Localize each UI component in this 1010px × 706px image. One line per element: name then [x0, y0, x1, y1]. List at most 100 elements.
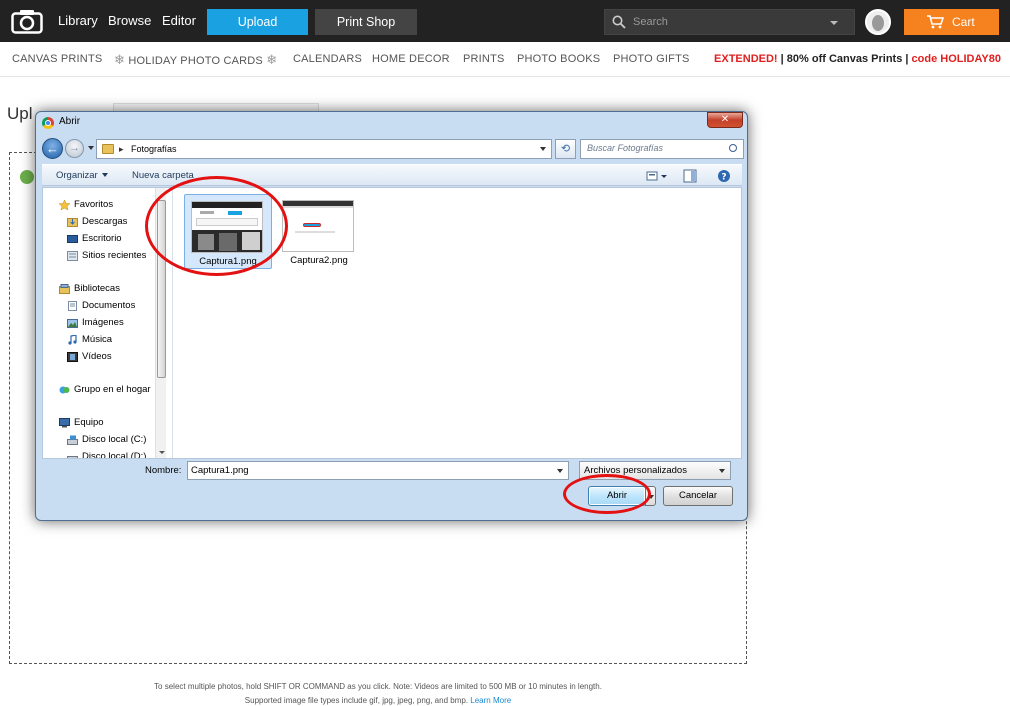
upload-file-types: Supported image file types include gif, …: [0, 696, 756, 705]
dialog-toolbar: Organizar Nueva carpeta ?: [42, 164, 742, 186]
organize-menu[interactable]: Organizar: [56, 165, 108, 187]
back-button[interactable]: ←: [42, 138, 63, 159]
new-folder-button[interactable]: Nueva carpeta: [132, 165, 194, 187]
nav-favorites[interactable]: Favoritos: [43, 197, 153, 213]
nav-library[interactable]: Library: [58, 0, 98, 42]
chevron-down-icon[interactable]: [557, 469, 563, 473]
file-type-select[interactable]: Archivos personalizados: [579, 461, 731, 480]
nav-label: Sitios recientes: [82, 250, 147, 261]
nav-recent-places[interactable]: Sitios recientes: [43, 248, 153, 264]
star-icon: [59, 200, 70, 210]
filename-input[interactable]: Captura1.png: [187, 461, 569, 480]
open-options-button[interactable]: [645, 486, 656, 506]
help-icon[interactable]: ?: [717, 169, 731, 183]
chevron-down-icon: [101, 173, 108, 178]
chevron-down-icon[interactable]: [830, 21, 838, 25]
search-placeholder: Search: [633, 16, 668, 28]
nav-browse[interactable]: Browse: [108, 0, 151, 42]
promo-extended: EXTENDED!: [714, 53, 778, 65]
view-options-icon[interactable]: [646, 169, 668, 183]
music-icon: [68, 335, 77, 345]
drive-icon: [67, 456, 78, 458]
print-shop-button[interactable]: Print Shop: [315, 9, 417, 35]
images-icon: [67, 319, 78, 328]
category-nav: CANVAS PRINTS ❄ HOLIDAY PHOTO CARDS ❄ CA…: [0, 42, 1010, 77]
cart-icon: [927, 15, 944, 29]
promo-separator: |: [902, 53, 912, 65]
upload-note: To select multiple photos, hold SHIFT OR…: [154, 682, 602, 691]
nav-label: Vídeos: [82, 351, 112, 362]
nav-music[interactable]: Música: [43, 332, 153, 348]
nav-homegroup[interactable]: Grupo en el hogar: [43, 382, 153, 398]
scroll-down-icon[interactable]: [159, 451, 165, 454]
nav-videos[interactable]: Vídeos: [43, 349, 153, 365]
subnav-photo-gifts[interactable]: PHOTO GIFTS: [613, 42, 690, 77]
nav-desktop[interactable]: Escritorio: [43, 231, 153, 247]
file-thumbnail: [191, 201, 263, 253]
breadcrumb[interactable]: Fotografías: [131, 142, 177, 156]
search-input[interactable]: Search: [604, 9, 855, 35]
avatar[interactable]: [865, 9, 891, 35]
breadcrumb-arrow-icon[interactable]: ▸: [119, 142, 124, 156]
file-name: Captura1.png: [199, 256, 257, 267]
subnav-home-decor[interactable]: HOME DECOR: [372, 42, 450, 77]
filename-value: Captura1.png: [191, 465, 249, 476]
cancel-button[interactable]: Cancelar: [663, 486, 733, 506]
dialog-titlebar[interactable]: Abrir ✕: [36, 112, 747, 134]
forward-button[interactable]: →: [65, 139, 84, 158]
promo-banner[interactable]: EXTENDED! | 80% off Canvas Prints | code…: [714, 42, 1001, 77]
cart-button[interactable]: Cart: [904, 9, 999, 35]
chevron-down-icon: [719, 469, 725, 473]
nav-editor[interactable]: Editor: [162, 0, 196, 42]
subnav-canvas-prints[interactable]: CANVAS PRINTS: [12, 42, 102, 77]
file-type-value: Archivos personalizados: [584, 465, 687, 476]
nav-images[interactable]: Imágenes: [43, 315, 153, 331]
file-types-text: Supported image file types include gif, …: [244, 696, 469, 705]
organize-label: Organizar: [56, 170, 98, 181]
file-item-captura2[interactable]: Captura2.png: [276, 194, 364, 269]
chrome-icon: [42, 117, 54, 129]
file-item-captura1[interactable]: Captura1.png: [184, 194, 272, 269]
nav-label: Equipo: [74, 417, 104, 428]
documents-icon: [68, 301, 77, 311]
libraries-icon: [59, 284, 70, 294]
subnav-holiday-photo-cards[interactable]: ❄ HOLIDAY PHOTO CARDS ❄: [114, 42, 277, 79]
camera-logo-icon[interactable]: [11, 9, 43, 34]
nav-downloads[interactable]: Descargas: [43, 214, 153, 230]
promo-offer: 80% off Canvas Prints: [786, 53, 903, 65]
nav-scrollbar[interactable]: [155, 188, 166, 458]
nav-label: Imágenes: [82, 317, 124, 328]
close-button[interactable]: ✕: [707, 112, 743, 128]
folder-icon: [102, 144, 114, 154]
preview-pane-icon[interactable]: [683, 169, 697, 183]
subnav-prints[interactable]: PRINTS: [463, 42, 505, 77]
open-file-dialog: Abrir ✕ ← → ▸ Fotografías ⟲ Buscar Fotog…: [35, 111, 748, 521]
nav-computer[interactable]: Equipo: [43, 415, 153, 431]
nav-label: Grupo en el hogar: [74, 384, 151, 395]
nav-documents[interactable]: Documentos: [43, 298, 153, 314]
upload-button[interactable]: Upload: [207, 9, 308, 35]
subnav-photo-books[interactable]: PHOTO BOOKS: [517, 42, 600, 77]
file-list: Captura1.png Captura2.png: [174, 188, 740, 458]
chevron-down-icon[interactable]: [540, 147, 546, 151]
learn-more-link[interactable]: Learn More: [470, 696, 511, 705]
address-bar[interactable]: ▸ Fotografías: [96, 139, 552, 159]
nav-local-disk-c[interactable]: Disco local (C:): [43, 432, 153, 448]
open-button[interactable]: Abrir: [588, 486, 646, 506]
scrollbar-thumb[interactable]: [157, 200, 166, 378]
address-row: ← → ▸ Fotografías ⟲ Buscar Fotografías: [42, 138, 744, 160]
recent-places-icon: [67, 251, 78, 261]
videos-icon: [67, 352, 78, 362]
subnav-calendars[interactable]: CALENDARS: [293, 42, 362, 77]
refresh-button[interactable]: ⟲: [555, 139, 576, 159]
filename-label: Nombre:: [145, 465, 182, 476]
homegroup-icon: [59, 386, 70, 394]
computer-icon: [59, 418, 70, 428]
folder-search-placeholder: Buscar Fotografías: [587, 143, 664, 153]
folder-search-input[interactable]: Buscar Fotografías: [580, 139, 744, 159]
search-icon: [612, 15, 626, 29]
history-dropdown-icon[interactable]: [88, 146, 94, 150]
upload-arrow-icon: [20, 170, 34, 184]
nav-libraries[interactable]: Bibliotecas: [43, 281, 153, 297]
nav-local-disk-d[interactable]: Disco local (D:): [43, 449, 153, 458]
